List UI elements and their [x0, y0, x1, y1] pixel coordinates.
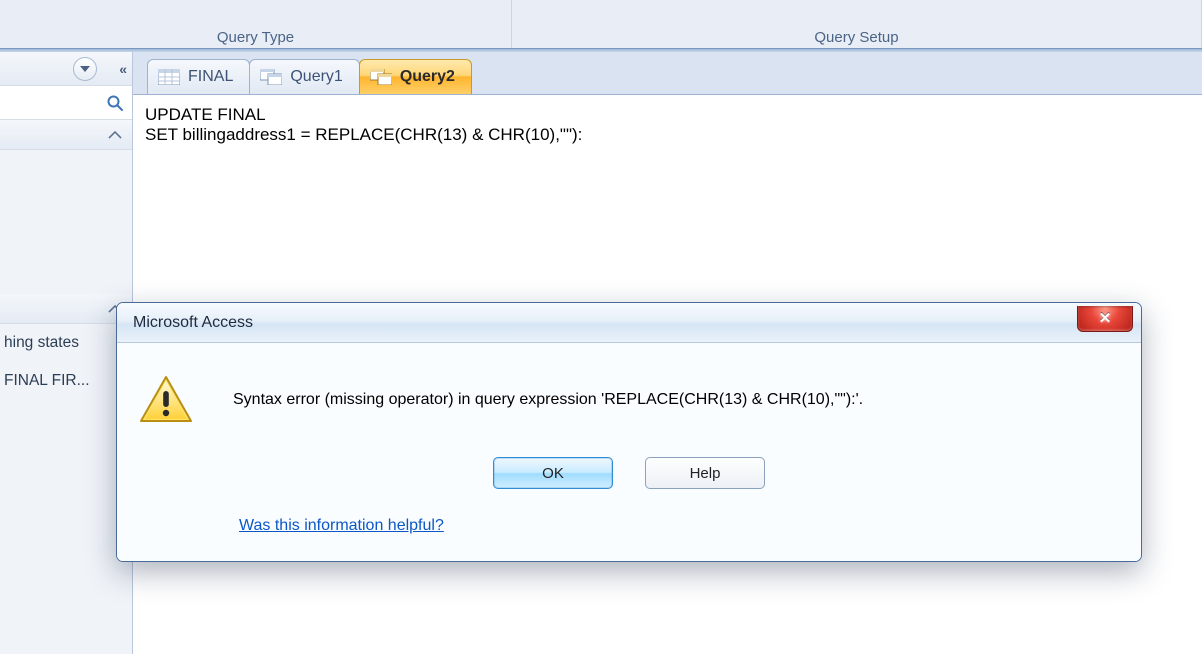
- feedback-link[interactable]: Was this information helpful?: [239, 517, 1119, 535]
- nav-item-label: hing states: [4, 334, 79, 352]
- close-icon: ✕: [1099, 309, 1112, 327]
- tab-query1[interactable]: Query1: [249, 59, 359, 94]
- tab-final[interactable]: FINAL: [147, 59, 250, 94]
- button-label: OK: [542, 465, 564, 482]
- nav-category-dropdown[interactable]: [73, 57, 97, 81]
- nav-item[interactable]: FINAL FIR...: [0, 362, 132, 400]
- tab-query2[interactable]: Query2: [359, 59, 472, 94]
- query-icon: [260, 68, 282, 86]
- nav-section-header[interactable]: [0, 294, 132, 324]
- ribbon-group-label: Query Type: [0, 29, 511, 46]
- dialog-body: Syntax error (missing operator) in query…: [117, 343, 1141, 561]
- dialog-content-row: Syntax error (missing operator) in query…: [139, 375, 1119, 425]
- double-chevron-up-icon: [108, 131, 122, 139]
- button-label: Help: [690, 465, 721, 482]
- query-icon: [370, 68, 392, 86]
- tab-label: FINAL: [188, 68, 233, 86]
- nav-search-box[interactable]: [0, 86, 132, 120]
- table-icon: [158, 68, 180, 86]
- dialog-title: Microsoft Access: [133, 314, 253, 332]
- ribbon-group-query-type: Query Type: [0, 0, 512, 48]
- dialog-close-button[interactable]: ✕: [1077, 306, 1133, 332]
- warning-icon: [139, 375, 193, 425]
- dialog-message: Syntax error (missing operator) in query…: [233, 391, 863, 409]
- nav-section-header[interactable]: [0, 120, 132, 150]
- help-button[interactable]: Help: [645, 457, 765, 489]
- dialog-button-row: OK Help: [139, 457, 1119, 489]
- error-dialog: Microsoft Access ✕ Syntax error (missing…: [116, 302, 1142, 562]
- sql-editor[interactable]: UPDATE FINAL SET billingaddress1 = REPLA…: [133, 95, 1202, 155]
- ok-button[interactable]: OK: [493, 457, 613, 489]
- tab-label: Query1: [290, 68, 342, 86]
- document-tabstrip: FINAL Query1 Query2: [133, 52, 1202, 95]
- nav-item[interactable]: hing states: [0, 324, 132, 362]
- ribbon-groups: Query Type Query Setup: [0, 0, 1202, 48]
- dialog-titlebar[interactable]: Microsoft Access ✕: [117, 303, 1141, 343]
- search-icon: [106, 94, 124, 112]
- nav-collapse-button[interactable]: «: [119, 61, 124, 77]
- nav-spacer: [0, 150, 132, 294]
- tab-label: Query2: [400, 68, 455, 86]
- nav-item-label: FINAL FIR...: [4, 372, 90, 390]
- nav-header: «: [0, 52, 132, 86]
- ribbon-group-query-setup: Query Setup: [512, 0, 1202, 48]
- chevron-down-icon: [80, 66, 90, 72]
- ribbon-group-label: Query Setup: [512, 29, 1201, 46]
- navigation-pane: « hing states FINAL FIR...: [0, 52, 133, 654]
